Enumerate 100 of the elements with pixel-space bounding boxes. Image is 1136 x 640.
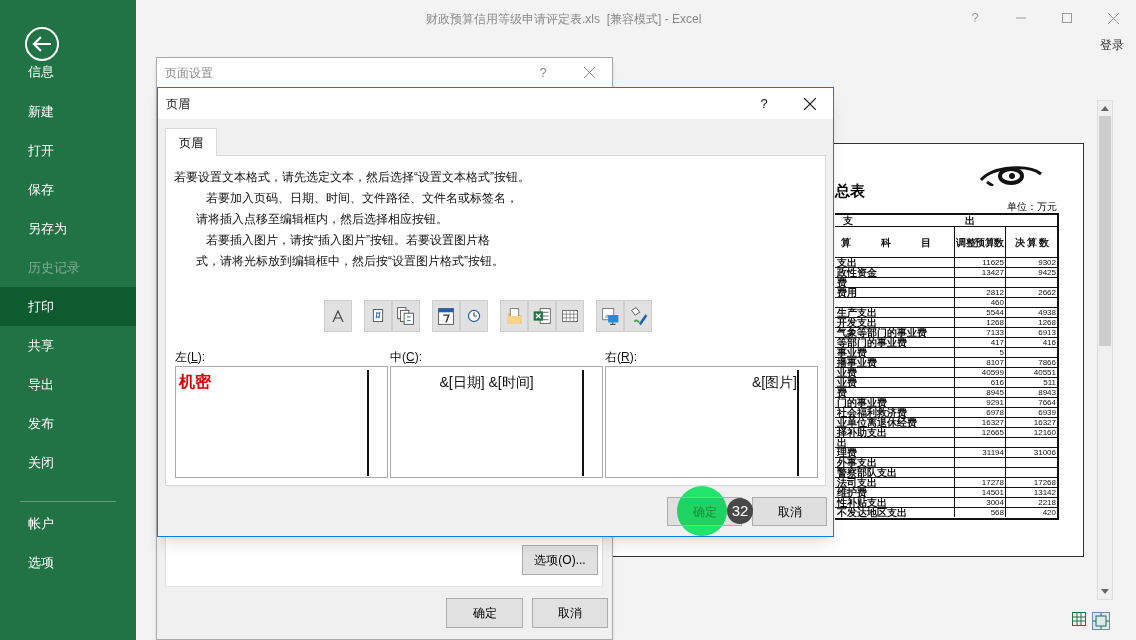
document-title: 总表 bbox=[835, 181, 865, 201]
table-cell-text: 不发达地区支出 bbox=[837, 507, 907, 518]
close-icon bbox=[583, 67, 595, 78]
table-cell: 1268 bbox=[1038, 318, 1056, 327]
section-label: 中(C): bbox=[390, 349, 423, 366]
instruction-text: 若要插入图片，请按“插入图片”按钮。若要设置图片格 bbox=[205, 232, 491, 249]
toolbar-button[interactable] bbox=[499, 300, 528, 332]
toolbar-button[interactable] bbox=[623, 300, 652, 332]
sidebar-item[interactable]: 打印 bbox=[0, 287, 136, 326]
table-cell: 420 bbox=[1042, 508, 1056, 517]
format-text-icon bbox=[331, 310, 344, 322]
table-cell-text: 法司支出 bbox=[836, 477, 877, 488]
sign-in-link[interactable]: 登录 bbox=[1100, 36, 1124, 56]
table-cell-text: 择补助支出 bbox=[836, 427, 887, 438]
table-cell: 14501 bbox=[981, 488, 1004, 497]
sidebar-item[interactable]: 发布 bbox=[0, 404, 136, 443]
unit-label: 单位：万元 bbox=[1007, 201, 1057, 213]
sidebar-item[interactable]: 信息 bbox=[0, 62, 136, 82]
table-cell: 17278 bbox=[981, 478, 1004, 487]
table-cell-text: 支出 bbox=[836, 257, 857, 268]
table-cell: 40599 bbox=[981, 368, 1004, 377]
table-cell: 1268 bbox=[986, 318, 1004, 327]
scrollbar[interactable] bbox=[1097, 100, 1113, 600]
sidebar-item[interactable]: 关闭 bbox=[0, 443, 136, 482]
page-view-icon[interactable] bbox=[1092, 612, 1110, 630]
instruction-text: 若要加入页码、日期、时间、文件路径、文件名或标签名， bbox=[205, 190, 519, 207]
table-cell: 3004 bbox=[986, 498, 1004, 507]
cancel-button[interactable]: 取消 bbox=[752, 497, 827, 526]
table-cell: 13142 bbox=[1033, 488, 1056, 497]
table-cell: 2218 bbox=[1038, 498, 1056, 507]
table-cell: 12665 bbox=[981, 428, 1004, 437]
close-icon bbox=[804, 97, 816, 110]
sidebar-item[interactable]: 帐户 bbox=[0, 504, 136, 543]
help-button[interactable]: ? bbox=[520, 62, 566, 83]
table-cell: 7664 bbox=[1038, 398, 1056, 407]
table-cell: 4938 bbox=[1038, 308, 1056, 317]
section-editor[interactable]: &[日期] &[时间] bbox=[390, 366, 603, 478]
toolbar-button[interactable] bbox=[391, 300, 420, 332]
table-cell-text: 政性资金 bbox=[836, 267, 877, 278]
sidebar-item[interactable]: 保存 bbox=[0, 170, 136, 209]
scroll-up-icon[interactable] bbox=[1101, 105, 1109, 111]
toolbar-button[interactable] bbox=[363, 300, 392, 332]
table-cell: 9291 bbox=[986, 398, 1004, 407]
maximize-icon bbox=[1062, 13, 1072, 23]
table-cell-text: 等部门的事业费 bbox=[836, 337, 907, 348]
eye-logo bbox=[979, 166, 1042, 186]
table-cell: 16327 bbox=[981, 418, 1004, 427]
section-label: 右(R): bbox=[605, 349, 638, 366]
sidebar-item[interactable]: 选项 bbox=[0, 543, 136, 582]
options-button[interactable]: 选项(O)... bbox=[522, 545, 598, 575]
table-cell: 13427 bbox=[981, 268, 1004, 277]
table-cell-text: 开发支出 bbox=[836, 317, 877, 328]
section-text: &[图片] bbox=[751, 374, 797, 390]
instruction-text: 请将插入点移至编辑框内，然后选择相应按钮。 bbox=[195, 211, 449, 228]
toolbar-button[interactable] bbox=[459, 300, 488, 332]
table-cell: 31194 bbox=[982, 448, 1004, 457]
table-cell: 6978 bbox=[986, 408, 1004, 417]
table-header: 科 bbox=[881, 235, 891, 250]
table-cell-text: 维护费 bbox=[836, 487, 867, 498]
sidebar-item[interactable]: 打开 bbox=[0, 131, 136, 170]
help-button[interactable]: ? bbox=[741, 93, 787, 114]
toolbar-button[interactable] bbox=[555, 300, 584, 332]
toolbar-button[interactable] bbox=[323, 300, 352, 332]
table-cell: 616 bbox=[990, 378, 1004, 387]
table-cell: 12160 bbox=[1033, 428, 1056, 437]
toolbar-button[interactable] bbox=[527, 300, 556, 332]
toolbar-button[interactable] bbox=[431, 300, 460, 332]
table-cell: 40551 bbox=[1033, 368, 1056, 377]
table-cell: 7866 bbox=[1038, 358, 1056, 367]
section-editor[interactable]: 机密 bbox=[175, 366, 388, 478]
table-cell: 31006 bbox=[1033, 448, 1056, 457]
table-cell: 6913 bbox=[1038, 328, 1056, 337]
section-editor[interactable]: &[图片] bbox=[605, 366, 818, 478]
cancel-button[interactable]: 取消 bbox=[532, 598, 608, 628]
sidebar-item[interactable]: 共享 bbox=[0, 326, 136, 365]
table-cell: 7133 bbox=[986, 328, 1004, 337]
dialog-title: 页面设置 bbox=[165, 64, 213, 82]
table-cell-text: 费用 bbox=[836, 287, 857, 298]
table-header: 支 bbox=[843, 215, 853, 226]
section-label: 左(L): bbox=[175, 349, 207, 366]
sidebar-item[interactable]: 导出 bbox=[0, 365, 136, 404]
scroll-down-icon[interactable] bbox=[1101, 589, 1109, 595]
sidebar-item[interactable]: 另存为 bbox=[0, 209, 136, 248]
table-cell: 511 bbox=[1043, 378, 1056, 387]
table-cell: 416 bbox=[1042, 338, 1056, 347]
sidebar-item[interactable]: 新建 bbox=[0, 92, 136, 131]
back-icon[interactable] bbox=[24, 26, 60, 62]
normal-view-icon[interactable] bbox=[1072, 612, 1086, 626]
table-cell: 417 bbox=[990, 338, 1004, 347]
table-cell: 性补贴支出 bbox=[835, 497, 887, 508]
table-cell: 9302 bbox=[1038, 258, 1056, 267]
table-cell-text: 警察部队支出 bbox=[836, 467, 897, 478]
step-badge: 32 bbox=[727, 498, 753, 524]
tab[interactable]: 页眉 bbox=[165, 128, 217, 156]
table-cell-text: 生产支出 bbox=[836, 307, 877, 318]
table-cell: 6939 bbox=[1038, 408, 1056, 417]
ok-button[interactable]: 确定 bbox=[446, 598, 523, 628]
toolbar-button[interactable] bbox=[595, 300, 624, 332]
table-cell: 2812 bbox=[986, 288, 1004, 297]
window-title: 财政预算信用等级申请评定表.xls [兼容模式] - Excel bbox=[426, 11, 702, 28]
